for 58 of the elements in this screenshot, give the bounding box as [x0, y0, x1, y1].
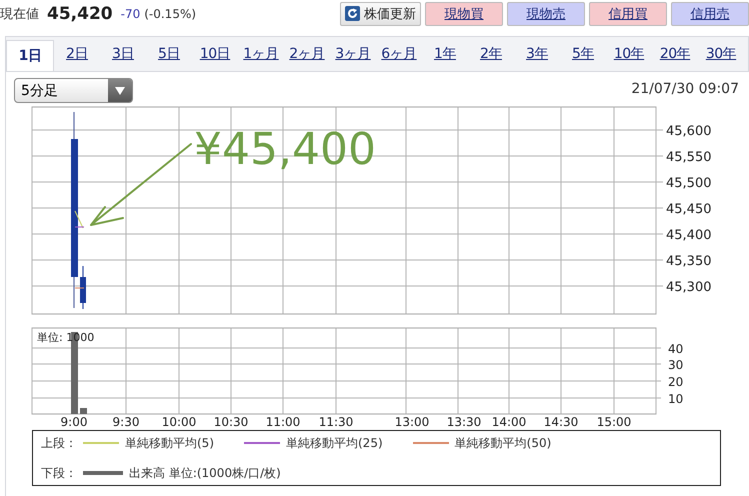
chart-timestamp: 21/07/30 09:07 — [631, 81, 739, 97]
period-tab[interactable]: 3年 — [514, 37, 560, 71]
axis-label: 45,300 — [666, 280, 712, 295]
refresh-icon — [345, 6, 360, 21]
dropdown-arrow-icon — [115, 86, 125, 94]
current-price: 45,420 — [47, 4, 113, 24]
legend-label: 出来高 単位:(1000株/口/枚) — [129, 464, 281, 482]
period-tab[interactable]: 10日 — [192, 37, 238, 71]
price-change: -70 — [120, 6, 140, 20]
axis-label: 10:30 — [214, 415, 248, 428]
axis-label: 45,350 — [666, 254, 712, 269]
axis-label: 14:00 — [492, 415, 526, 428]
legend-section-label: 下段： — [41, 464, 77, 482]
period-tab[interactable]: 3ヶ月 — [330, 37, 376, 71]
period-tab[interactable]: 20年 — [652, 37, 698, 71]
legend-section-label: 上段： — [41, 434, 77, 452]
axis-label: 30 — [668, 358, 684, 372]
period-tab[interactable]: 10年 — [606, 37, 652, 71]
period-tab[interactable]: 2日 — [54, 37, 100, 71]
period-tab[interactable]: 5年 — [560, 37, 606, 71]
period-tab[interactable]: 1日 — [6, 40, 54, 71]
trade-button[interactable]: 信用売 — [671, 2, 749, 26]
trade-button[interactable]: 現物売 — [507, 2, 585, 26]
period-tab[interactable]: 2ヶ月 — [284, 37, 330, 71]
period-tab[interactable]: 5日 — [146, 37, 192, 71]
period-tab[interactable]: 3日 — [100, 37, 146, 71]
axis-label: 45,400 — [666, 228, 712, 243]
axis-label: 11:30 — [318, 415, 354, 428]
axis-label: 11:00 — [266, 415, 300, 428]
period-tab[interactable]: 1年 — [422, 37, 468, 71]
axis-label: 10:00 — [162, 415, 196, 428]
period-tab[interactable]: 6ヶ月 — [376, 37, 422, 71]
trade-button[interactable]: 現物買 — [425, 2, 503, 26]
axis-label: 9:00 — [60, 415, 88, 428]
axis-label: 45,550 — [666, 150, 712, 165]
trade-button[interactable]: 信用買 — [589, 2, 667, 26]
legend-label: 単純移動平均(50) — [454, 434, 552, 452]
period-tab[interactable]: 1ヶ月 — [238, 37, 284, 71]
axis-label: 40 — [668, 342, 684, 356]
axis-label: 14:30 — [544, 415, 578, 428]
axis-label: 45,450 — [666, 202, 712, 217]
period-tab[interactable]: 2年 — [468, 37, 514, 71]
axis-label: 13:00 — [394, 415, 430, 428]
axis-label: 45,500 — [666, 176, 712, 191]
axis-label: 9:30 — [112, 415, 140, 428]
period-tab[interactable]: 30年 — [698, 37, 744, 71]
legend-label: 単純移動平均(5) — [125, 434, 214, 452]
price-change-percent: (-0.15%) — [144, 6, 196, 20]
axis-label: 10 — [668, 392, 684, 406]
axis-label: 13:30 — [446, 415, 482, 428]
axis-label: 45,600 — [666, 124, 712, 139]
axis-label: 20 — [668, 375, 684, 389]
axis-label: 15:00 — [596, 415, 632, 428]
interval-dropdown[interactable]: 5分足 — [14, 78, 133, 103]
current-price-label: 現在値 — [0, 6, 39, 22]
legend-label: 単純移動平均(25) — [286, 434, 383, 452]
price-annotation: ¥45,400 — [194, 124, 376, 175]
refresh-button[interactable]: 株価更新 — [340, 2, 421, 26]
